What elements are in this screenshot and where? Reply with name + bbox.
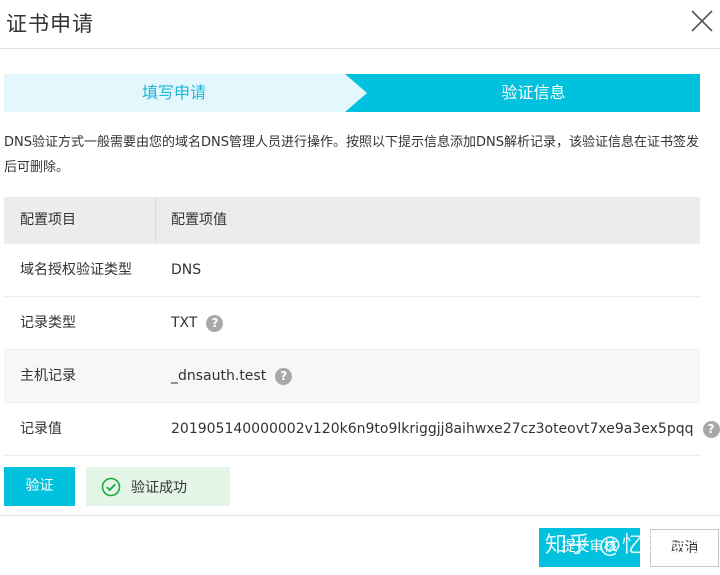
step-progress: 填写申请 验证信息 xyxy=(4,74,700,112)
config-table: 配置项目 配置项值 域名授权验证类型 DNS 记录类型 TXT ? 主机记录 _… xyxy=(4,197,720,456)
success-text: 验证成功 xyxy=(131,479,187,496)
row-value: TXT xyxy=(171,315,198,331)
help-icon[interactable]: ? xyxy=(206,314,224,332)
help-icon[interactable]: ? xyxy=(275,367,293,385)
row-name: 记录值 xyxy=(20,421,62,437)
table-header: 配置项目 配置项值 xyxy=(4,197,700,243)
help-icon[interactable]: ? xyxy=(702,420,720,438)
row-name: 域名授权验证类型 xyxy=(20,262,132,278)
row-value-cell: 201905140000002v120k6n9to9lkriggjj8aihwx… xyxy=(171,403,720,455)
header-config-item: 配置项目 xyxy=(20,212,76,228)
verify-button[interactable]: 验证 xyxy=(4,467,75,506)
dialog-title: 证书申请 xyxy=(6,12,94,36)
step-fill-application: 填写申请 xyxy=(4,74,374,112)
row-value-cell: DNS xyxy=(171,244,201,296)
dns-description: DNS验证方式一般需要由您的域名DNS管理人员进行操作。按照以下提示信息添加DN… xyxy=(4,135,699,175)
header-config-value: 配置项值 xyxy=(171,212,227,228)
dialog-header: 证书申请 xyxy=(0,0,720,49)
row-value-cell: _dnsauth.test ? xyxy=(171,350,293,402)
row-name: 记录类型 xyxy=(20,315,76,331)
submit-review-button[interactable]: 提交审核 xyxy=(539,528,640,567)
cancel-button[interactable]: 取消 xyxy=(650,529,719,567)
table-row: 记录类型 TXT ? xyxy=(4,296,700,349)
step-label: 填写申请 xyxy=(141,83,206,102)
step-label: 验证信息 xyxy=(501,83,566,102)
verify-success-badge: 验证成功 xyxy=(86,467,230,506)
row-name: 主机记录 xyxy=(20,368,76,384)
row-value-cell: TXT ? xyxy=(171,297,224,349)
row-value: 201905140000002v120k6n9to9lkriggjj8aihwx… xyxy=(171,421,694,437)
row-value: DNS xyxy=(171,262,202,278)
table-row: 主机记录 _dnsauth.test ? xyxy=(4,349,700,402)
header-divider xyxy=(155,197,156,243)
check-circle-icon xyxy=(101,477,121,496)
close-icon[interactable] xyxy=(688,6,716,36)
footer-divider xyxy=(0,515,720,516)
step-verify-info: 验证信息 xyxy=(345,74,700,112)
table-row: 记录值 201905140000002v120k6n9to9lkriggjj8a… xyxy=(4,402,720,455)
table-row: 域名授权验证类型 DNS xyxy=(4,243,700,296)
row-value: _dnsauth.test xyxy=(171,368,267,384)
